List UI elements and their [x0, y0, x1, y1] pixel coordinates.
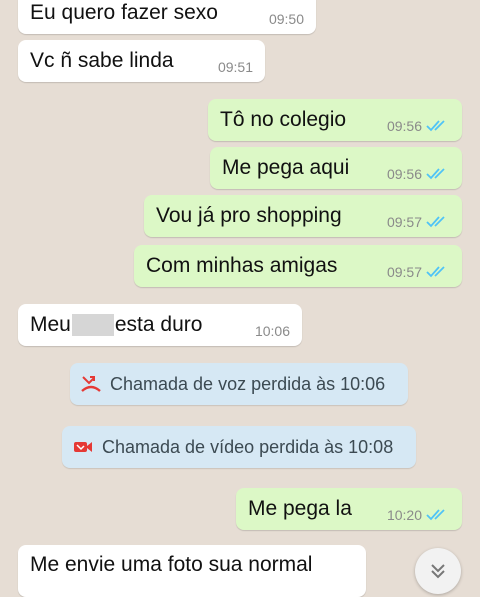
scroll-to-bottom-button[interactable]	[415, 548, 461, 594]
message-text: Com minhas amigas	[146, 254, 338, 277]
message-time: 09:50	[268, 11, 304, 27]
message-text: Me pega la	[248, 497, 352, 520]
outgoing-message[interactable]: Tô no colegio 09:56	[208, 99, 462, 141]
outgoing-message[interactable]: Com minhas amigas 09:57	[134, 245, 462, 287]
message-text: Vc ñ sabe linda	[30, 49, 174, 72]
message-time: 10:20	[386, 507, 422, 523]
incoming-message[interactable]: Eu quero fazer sexo 09:50	[18, 0, 316, 34]
message-text-start: Meu	[30, 313, 71, 336]
chat-view: Eu quero fazer sexo 09:50 Vc ñ sabe lind…	[0, 0, 480, 597]
read-receipt-icon	[426, 120, 445, 132]
missed-voice-call-icon	[81, 376, 101, 392]
read-receipt-icon	[426, 266, 445, 278]
message-time: 09:56	[386, 166, 422, 182]
message-text: Tô no colegio	[220, 108, 347, 131]
message-time: 10:06	[254, 323, 290, 339]
message-time: 09:51	[217, 59, 253, 75]
message-time: 09:56	[386, 118, 422, 134]
missed-video-call-icon	[74, 442, 92, 452]
incoming-message[interactable]: Vc ñ sabe linda 09:51	[18, 40, 265, 82]
message-time: 09:57	[386, 214, 422, 230]
message-text: Vou já pro shopping	[156, 204, 342, 227]
outgoing-message[interactable]: Vou já pro shopping 09:57	[144, 195, 462, 237]
read-receipt-icon	[426, 216, 445, 228]
notice-text: Chamada de voz perdida às 10:06	[110, 373, 386, 394]
redacted-word	[71, 314, 114, 336]
missed-voice-call-notice[interactable]: Chamada de voz perdida às 10:06	[70, 363, 408, 405]
incoming-message[interactable]: Me envie uma foto sua normal	[18, 545, 366, 597]
message-text: Me envie uma foto sua normal	[30, 553, 313, 576]
notice-text: Chamada de vídeo perdida às 10:08	[102, 436, 394, 457]
outgoing-message[interactable]: Me pega la 10:20	[236, 488, 462, 530]
message-text: Eu quero fazer sexo	[30, 1, 218, 24]
double-chevron-down-icon	[431, 564, 445, 579]
outgoing-message[interactable]: Me pega aqui 09:56	[210, 147, 462, 189]
message-time: 09:57	[386, 264, 422, 280]
missed-video-call-notice[interactable]: Chamada de vídeo perdida às 10:08	[62, 426, 416, 468]
message-text: Me pega aqui	[222, 156, 350, 179]
message-text-end: esta duro	[114, 313, 203, 336]
read-receipt-icon	[426, 168, 445, 180]
read-receipt-icon	[426, 509, 445, 521]
incoming-message[interactable]: Meu esta duro 10:06	[18, 304, 302, 346]
